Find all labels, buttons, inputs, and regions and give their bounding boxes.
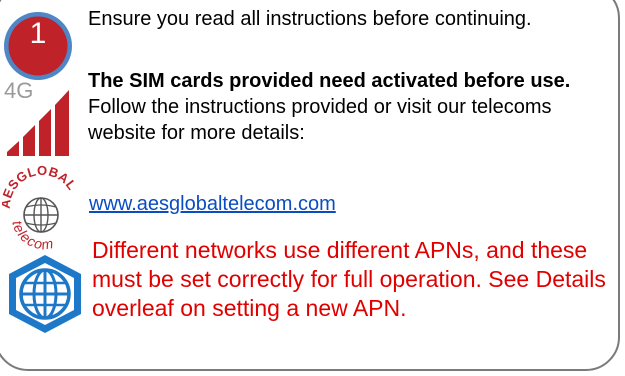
sim-activation-text: The SIM cards provided need activated be… [88,68,618,146]
aes-telecom-website-link[interactable]: www.aesglobaltelecom.com [89,192,336,216]
sim-activation-rest: Follow the instructions provided or visi… [88,96,552,144]
apn-warning-text: Different networks use different APNs, a… [92,237,606,321]
sim-activation-bold: The SIM cards provided need activated be… [88,70,571,92]
network-label: 4G [4,78,33,103]
4g-signal-icon: 4G [4,78,69,156]
globe-network-icon [9,255,81,333]
aes-global-telecom-logo-icon: AESGLOBAL telecom [2,165,79,251]
intro-text: Ensure you read all instructions before … [88,8,532,30]
step-number: 1 [29,17,47,50]
